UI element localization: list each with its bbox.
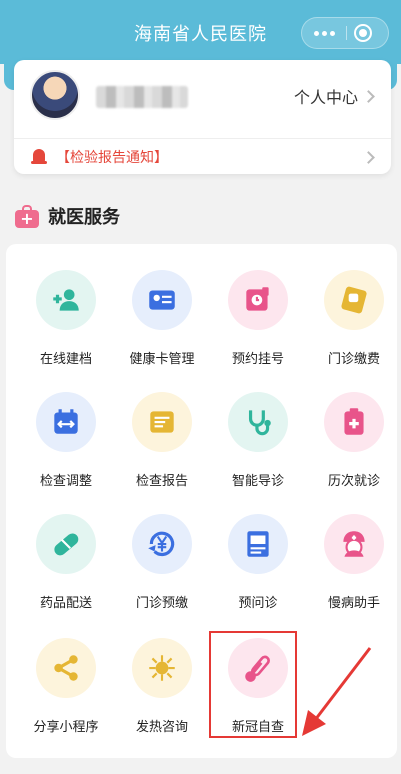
service-label: 预约挂号 [231, 352, 284, 367]
clipboard-plus-icon [324, 392, 384, 452]
red-arrow-annotation [302, 647, 372, 736]
service-label: 检查报告 [135, 474, 188, 489]
personal-center-label: 个人中心 [293, 88, 358, 107]
payment-icon [324, 270, 384, 330]
more-dots-icon[interactable] [302, 18, 346, 48]
service-label: 门诊预缴 [135, 596, 188, 611]
service-item[interactable]: 历次就诊 [306, 392, 401, 502]
report-notice[interactable]: 【检验报告通知】 [30, 144, 375, 170]
stethoscope-icon [228, 392, 288, 452]
report-notice-text: 【检验报告通知】 [56, 150, 168, 166]
service-label: 检查调整 [39, 474, 92, 489]
section-title: 就医服务 [48, 207, 120, 228]
chevron-right-icon [362, 150, 375, 164]
capsule-icon [36, 514, 96, 574]
nurse-icon [324, 514, 384, 574]
username-blurred [96, 86, 188, 108]
virus-icon [132, 638, 192, 698]
chevron-right-icon [362, 89, 375, 103]
service-item[interactable]: 检查报告 [114, 392, 210, 502]
medical-bag-icon [14, 203, 40, 229]
section-header: 就医服务 [14, 202, 120, 230]
service-label: 在线建档 [39, 352, 92, 367]
personal-center-link[interactable]: 个人中心 [293, 84, 375, 108]
mini-program-capsule [301, 17, 389, 49]
service-item[interactable]: 分享小程序 [18, 638, 114, 748]
service-item[interactable]: 预问诊 [210, 514, 306, 624]
service-item[interactable]: 发热咨询 [114, 638, 210, 748]
add-user-icon [36, 270, 96, 330]
service-item[interactable]: 门诊缴费 [306, 270, 401, 380]
yen-refresh-icon [132, 514, 192, 574]
target-close-icon[interactable] [354, 24, 372, 42]
service-item[interactable]: 药品配送 [18, 514, 114, 624]
service-item[interactable]: 健康卡管理 [114, 270, 210, 380]
service-label: 药品配送 [39, 596, 92, 611]
service-item[interactable]: 预约挂号 [210, 270, 306, 380]
id-card-icon [132, 270, 192, 330]
top-bar: 海南省人民医院 [0, 0, 401, 64]
profile-card: 个人中心 【检验报告通知】 [14, 60, 391, 174]
service-item[interactable]: 智能导诊 [210, 392, 306, 502]
service-label: 预问诊 [238, 596, 278, 611]
service-item[interactable]: 在线建档 [18, 270, 114, 380]
divider [14, 138, 391, 139]
service-label: 分享小程序 [33, 720, 99, 735]
service-label: 历次就诊 [327, 474, 380, 489]
service-label: 慢病助手 [327, 596, 380, 611]
service-item[interactable]: 门诊预缴 [114, 514, 210, 624]
service-item[interactable]: 慢病助手 [306, 514, 401, 624]
bell-icon [30, 148, 48, 166]
document-code-icon [228, 514, 288, 574]
report-icon [132, 392, 192, 452]
service-label: 智能导诊 [231, 474, 284, 489]
service-label: 发热咨询 [135, 720, 188, 735]
highlight-box [209, 631, 297, 738]
service-label: 健康卡管理 [129, 352, 195, 367]
service-item[interactable]: 检查调整 [18, 392, 114, 502]
capsule-divider [346, 26, 347, 40]
avatar[interactable] [30, 70, 80, 120]
share-icon [36, 638, 96, 698]
calendar-adjust-icon [36, 392, 96, 452]
appointment-icon [228, 270, 288, 330]
service-label: 门诊缴费 [327, 352, 380, 367]
